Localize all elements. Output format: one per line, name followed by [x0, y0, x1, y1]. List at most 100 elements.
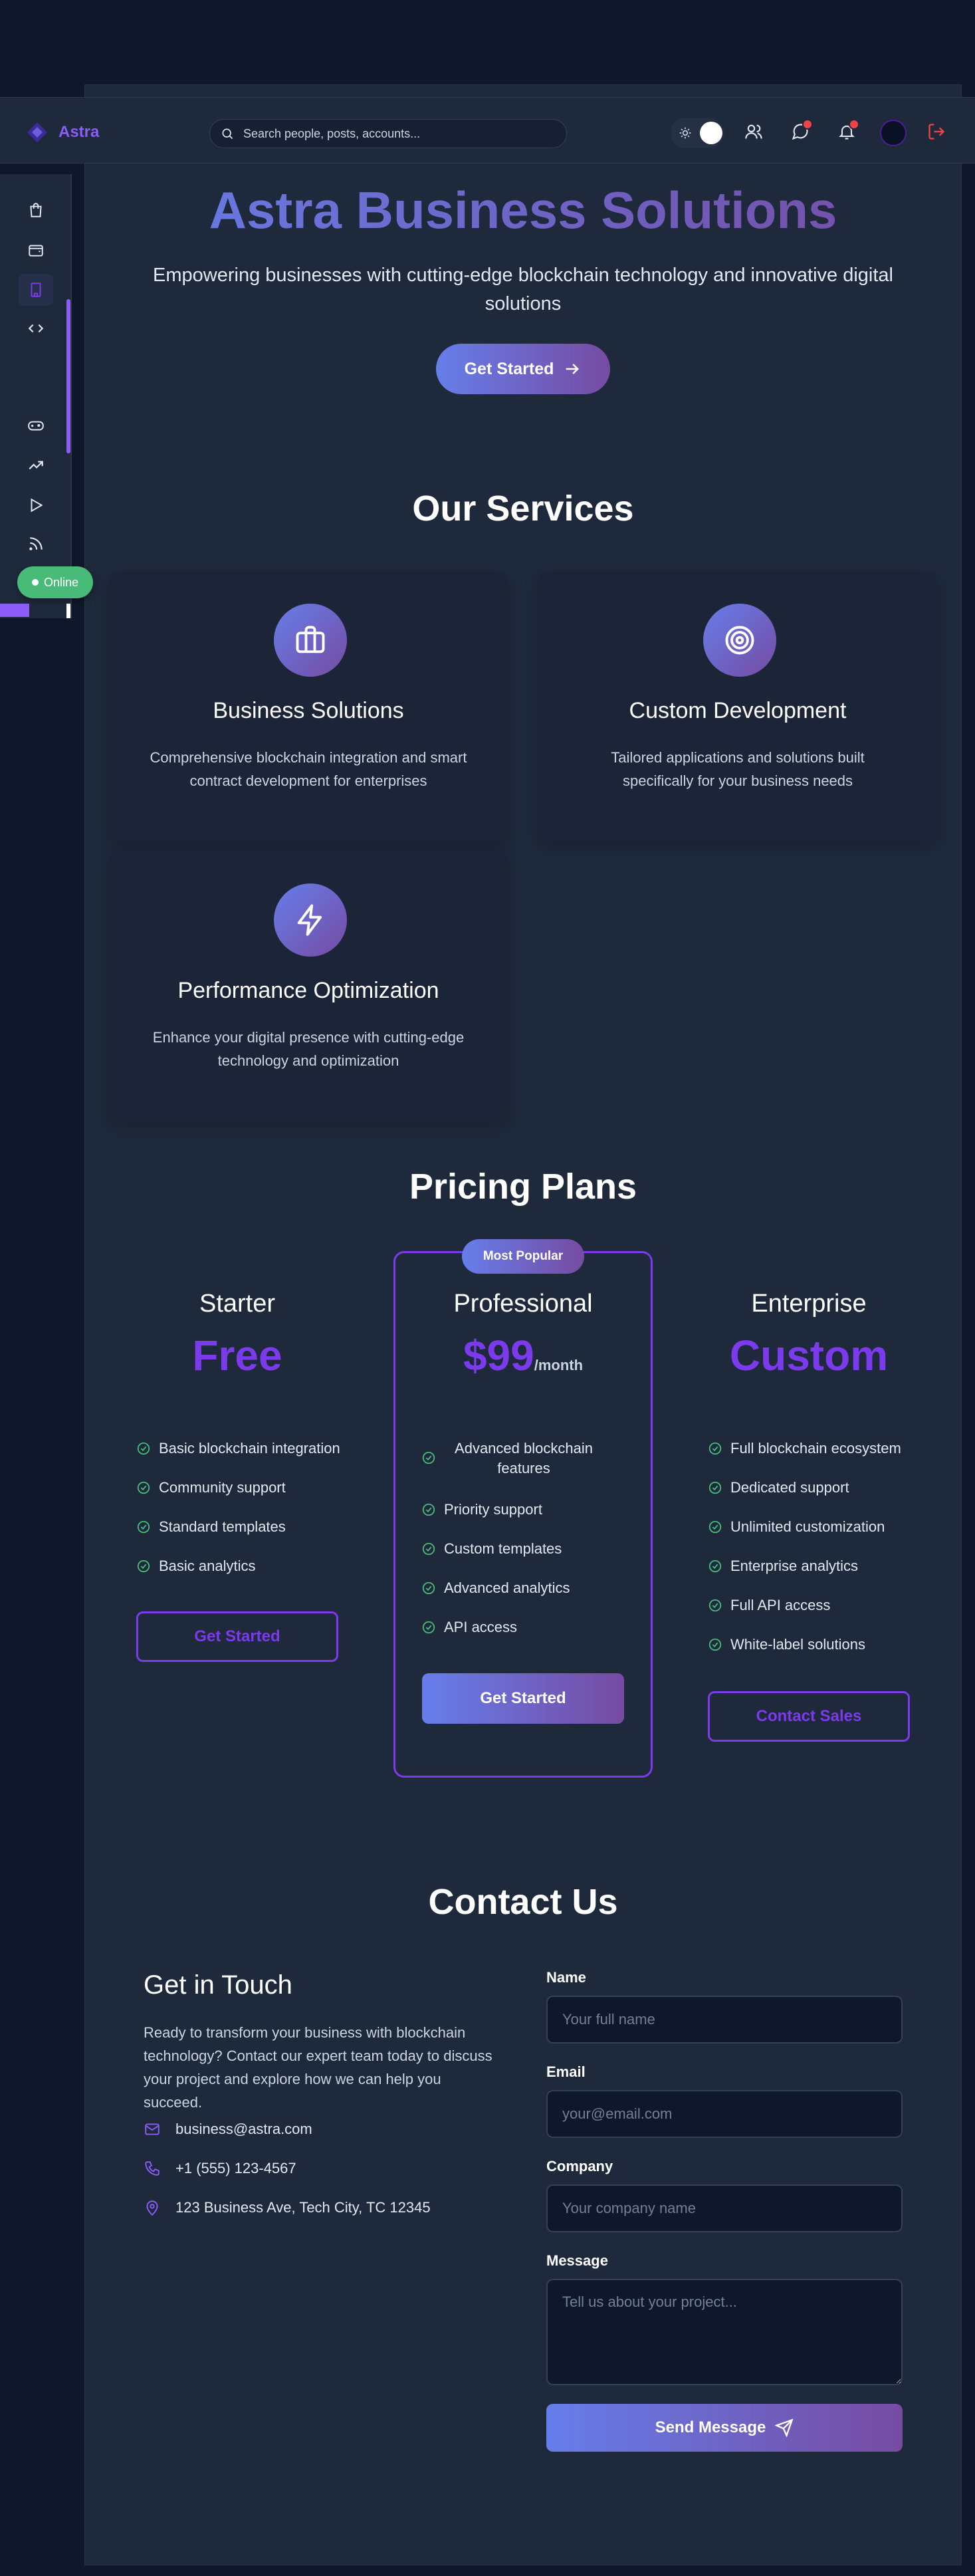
plan-price: $99/month	[393, 1331, 653, 1380]
user-avatar[interactable]	[880, 120, 907, 146]
message-field[interactable]	[546, 2279, 903, 2385]
wallet-icon	[29, 245, 43, 257]
starter-get-started-button[interactable]: Get Started	[136, 1611, 338, 1662]
feature-text: Basic blockchain integration	[159, 1440, 340, 1457]
feature-item: Advanced analytics	[421, 1578, 570, 1598]
service-title: Performance Optimization	[177, 978, 439, 1003]
check-circle-icon	[708, 1599, 722, 1612]
feature-text: Full blockchain ecosystem	[730, 1440, 901, 1457]
check-circle-icon	[422, 1503, 435, 1516]
contact-heading: Get in Touch	[144, 1970, 292, 2000]
search-bar[interactable]	[209, 119, 567, 148]
feature-item: Priority support	[421, 1500, 542, 1520]
name-field[interactable]	[546, 1996, 903, 2044]
logout-button[interactable]	[926, 122, 946, 142]
messages-badge	[802, 119, 813, 130]
service-title: Business Solutions	[213, 698, 404, 723]
plan-price: Free	[108, 1331, 367, 1380]
phone-icon	[145, 2161, 160, 2176]
feature-item: Dedicated support	[708, 1478, 849, 1498]
play-icon	[31, 498, 43, 513]
services-title: Our Services	[412, 489, 634, 528]
gamepad-icon	[28, 421, 44, 431]
building-icon	[31, 283, 41, 297]
contact-email[interactable]: business@astra.com	[144, 2121, 312, 2138]
sidebar-item-trending[interactable]	[25, 455, 47, 476]
search-icon	[222, 128, 233, 140]
sidebar-item-feed[interactable]	[25, 533, 47, 554]
company-label: Company	[546, 2158, 613, 2174]
check-circle-icon	[422, 1542, 435, 1556]
brand-name: Astra	[58, 123, 100, 141]
check-circle-icon	[137, 1560, 150, 1573]
plan-price: Custom	[679, 1331, 938, 1380]
mail-icon	[145, 2123, 160, 2135]
feature-item: Unlimited customization	[708, 1517, 885, 1537]
shopping-bag-icon	[30, 203, 42, 217]
sidebar-item-videos[interactable]	[25, 495, 47, 516]
contact-email-text: business@astra.com	[175, 2121, 312, 2137]
theme-toggle[interactable]	[671, 118, 724, 148]
sidebar-scrollbar[interactable]	[66, 299, 70, 453]
trending-up-icon	[29, 461, 43, 470]
contact-address: 123 Business Ave, Tech City, TC 12345	[144, 2199, 431, 2216]
feature-text: Basic analytics	[159, 1558, 256, 1574]
feature-item: Advanced blockchain features	[421, 1439, 621, 1478]
sun-icon	[679, 127, 691, 139]
sidebar-item-wallet[interactable]	[25, 239, 47, 261]
sidebar-item-code[interactable]	[25, 318, 47, 339]
messages-button[interactable]	[790, 119, 813, 142]
briefcase-icon	[296, 626, 325, 653]
check-circle-icon	[137, 1442, 150, 1455]
sidebar	[0, 174, 72, 618]
professional-get-started-button[interactable]: Get Started	[422, 1673, 624, 1724]
astra-logo-icon	[27, 122, 47, 142]
sidebar-item-games[interactable]	[25, 415, 47, 436]
feature-item: Full blockchain ecosystem	[708, 1439, 901, 1459]
contact-sales-button[interactable]: Contact Sales	[708, 1691, 910, 1742]
feature-text: API access	[444, 1619, 518, 1635]
hero-cta-label: Get Started	[464, 359, 554, 378]
feature-item: Custom templates	[421, 1539, 562, 1559]
users-icon	[745, 124, 762, 139]
friends-button[interactable]	[744, 122, 764, 142]
target-icon	[725, 626, 754, 655]
send-message-label: Send Message	[655, 2418, 766, 2436]
company-field[interactable]	[546, 2184, 903, 2232]
sidebar-edge-marker	[66, 604, 70, 618]
feature-text: Advanced blockchain features	[455, 1440, 593, 1476]
email-field[interactable]	[546, 2090, 903, 2138]
sidebar-item-shop[interactable]	[25, 199, 47, 221]
feature-text: Advanced analytics	[444, 1580, 570, 1596]
feature-text: Custom templates	[444, 1540, 562, 1557]
check-circle-icon	[422, 1581, 435, 1595]
service-icon-circle	[274, 604, 347, 677]
service-icon-circle	[703, 604, 776, 677]
feature-item: Basic analytics	[136, 1556, 256, 1576]
plan-price-value: Free	[192, 1332, 282, 1379]
feature-text: Priority support	[444, 1501, 542, 1518]
service-card: Performance Optimization Enhance your di…	[109, 852, 508, 1121]
send-message-button[interactable]: Send Message	[546, 2404, 903, 2452]
sidebar-item-business[interactable]	[19, 274, 53, 306]
most-popular-badge: Most Popular	[462, 1239, 584, 1274]
search-input[interactable]	[242, 126, 534, 142]
rss-icon	[29, 537, 43, 550]
hero-get-started-button[interactable]: Get Started	[436, 344, 610, 394]
code-icon	[28, 324, 44, 333]
check-circle-icon	[137, 1520, 150, 1534]
check-circle-icon	[708, 1442, 722, 1455]
plan-name: Enterprise	[751, 1290, 867, 1318]
check-circle-icon	[422, 1451, 435, 1464]
brand-logo[interactable]: Astra	[25, 120, 99, 144]
contact-phone[interactable]: +1 (555) 123-4567	[144, 2160, 296, 2177]
send-icon	[775, 2418, 794, 2437]
feature-text: Standard templates	[159, 1518, 286, 1535]
service-card: Custom Development Tailored applications…	[538, 572, 937, 842]
feature-item: Full API access	[708, 1595, 830, 1615]
notifications-button[interactable]	[837, 119, 859, 142]
contact-phone-text: +1 (555) 123-4567	[175, 2160, 296, 2176]
feature-text: Community support	[159, 1479, 286, 1496]
contact-title: Contact Us	[428, 1882, 618, 1922]
plan-price-period: /month	[534, 1357, 584, 1373]
